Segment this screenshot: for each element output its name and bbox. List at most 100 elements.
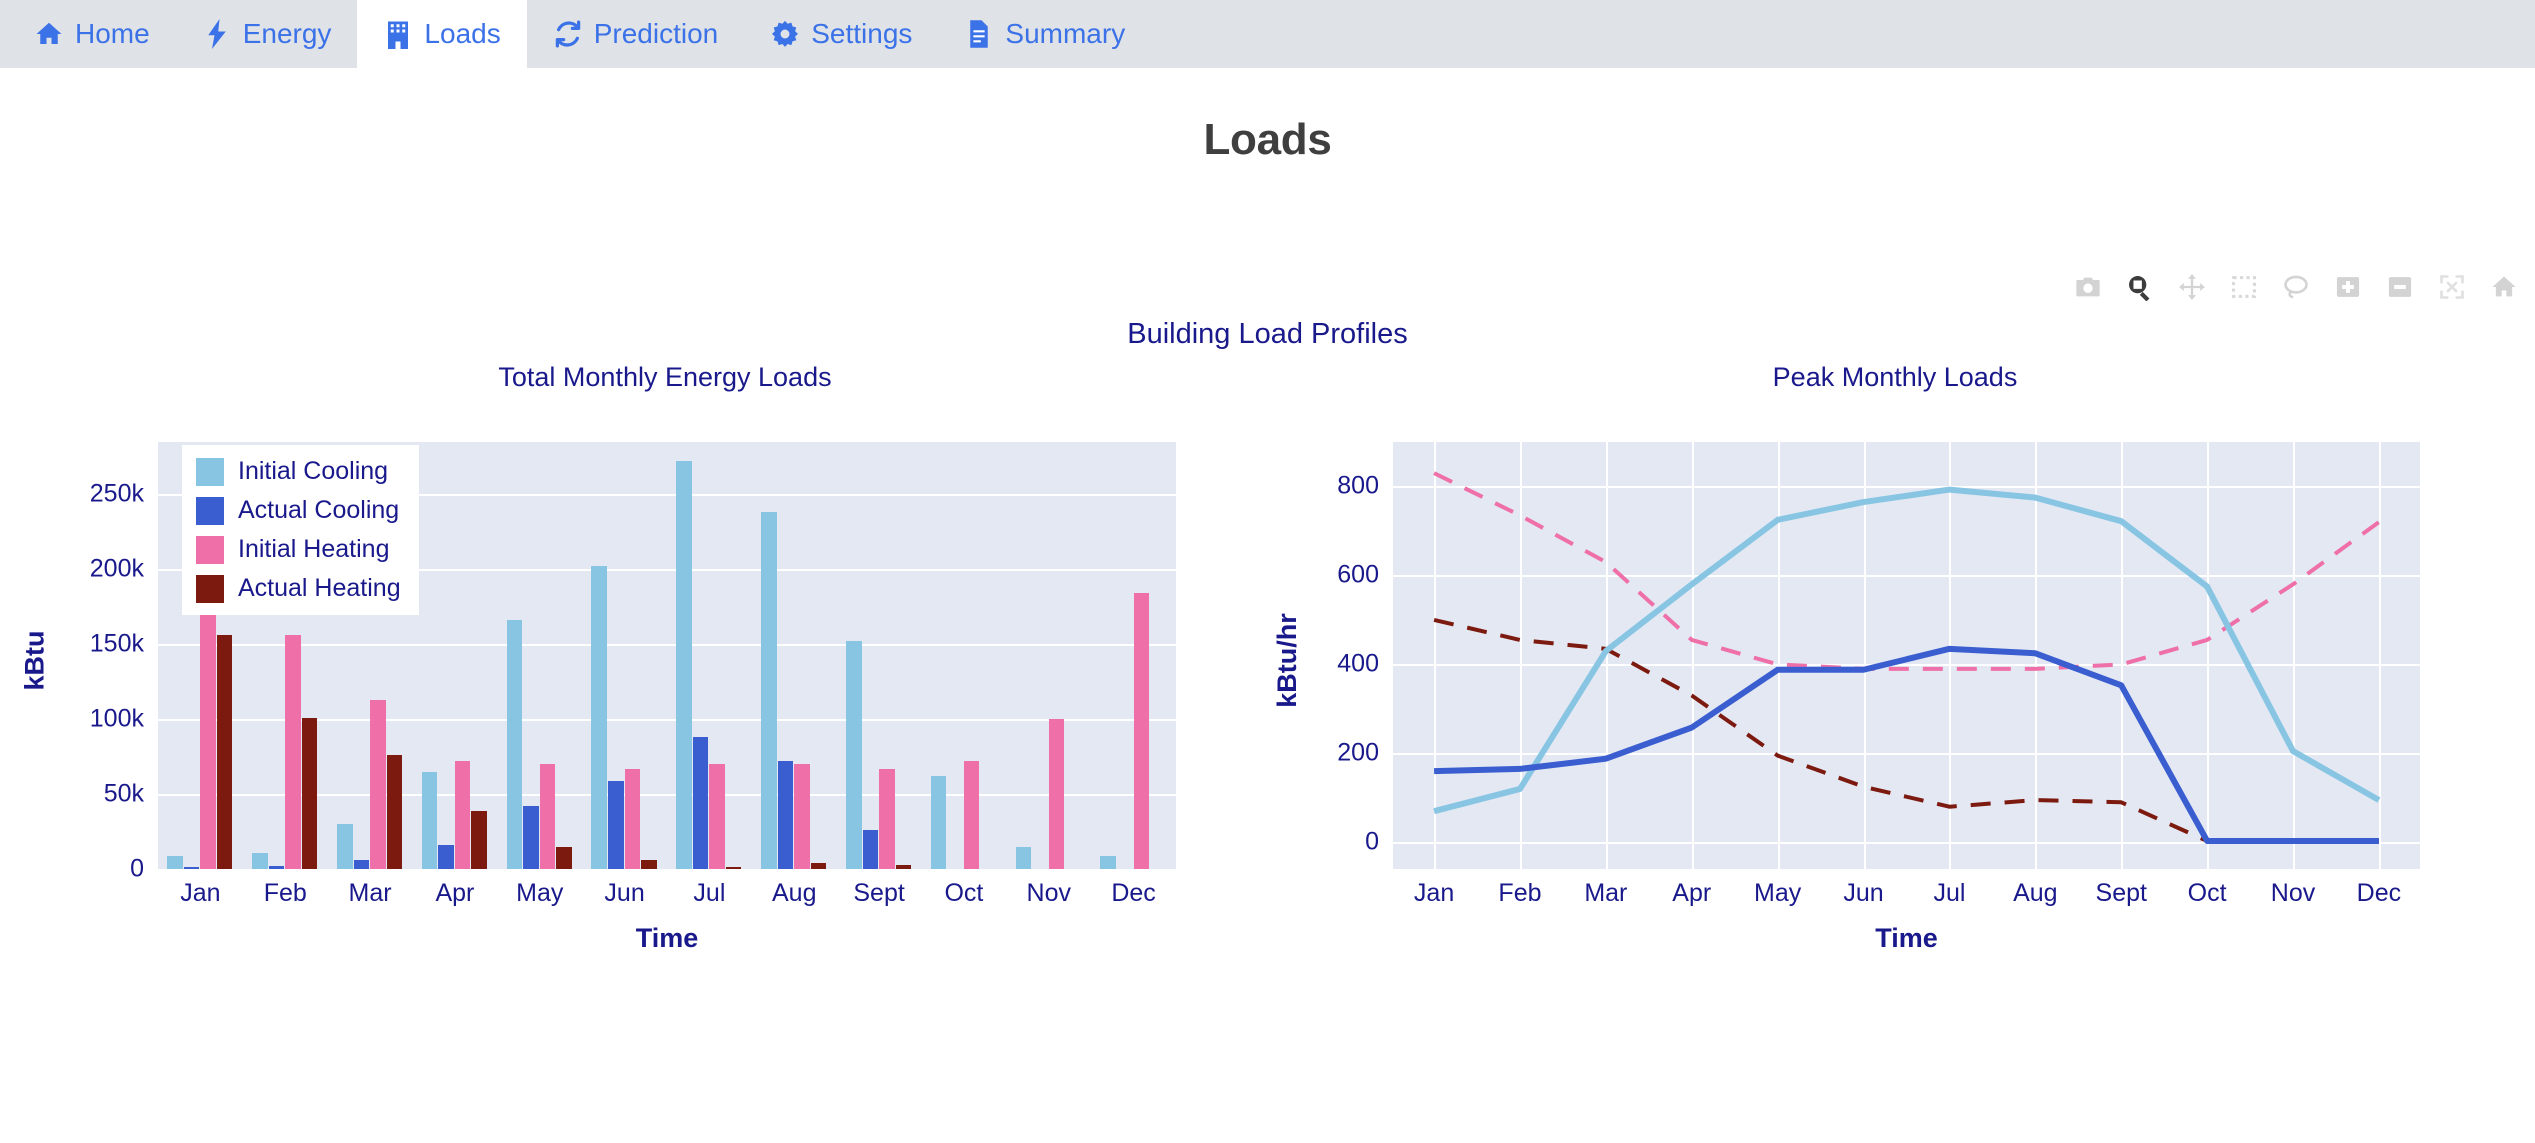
bar-actual-heating-jul[interactable] bbox=[725, 866, 742, 869]
bar-actual-cooling-sept[interactable] bbox=[862, 830, 879, 869]
plotly-modebar bbox=[2073, 272, 2535, 302]
bar-actual-heating-jan[interactable] bbox=[216, 635, 233, 869]
legend-item-actual-heating[interactable]: Actual Heating bbox=[196, 574, 401, 603]
bar-initial-cooling-dec[interactable] bbox=[1100, 855, 1117, 869]
bar-actual-cooling-jul[interactable] bbox=[692, 737, 709, 869]
bar-initial-heating-feb[interactable] bbox=[285, 635, 301, 869]
bar-y-tick-label: 50k bbox=[103, 779, 144, 808]
bar-initial-heating-jan[interactable] bbox=[200, 573, 216, 869]
legend-swatch-actual-heating bbox=[196, 574, 224, 603]
bar-initial-cooling-nov[interactable] bbox=[1015, 846, 1032, 869]
tab-energy[interactable]: Energy bbox=[176, 0, 358, 68]
bar-x-tick-jan: Jan bbox=[180, 879, 221, 907]
home-icon bbox=[34, 19, 64, 49]
line-x-tick-sept: Sept bbox=[2095, 879, 2147, 907]
refresh-icon bbox=[553, 19, 583, 49]
bar-initial-heating-sept[interactable] bbox=[879, 768, 895, 869]
bar-initial-cooling-oct[interactable] bbox=[930, 776, 947, 869]
peak-loads-line-svg bbox=[1433, 471, 2381, 844]
bar-actual-cooling-may[interactable] bbox=[523, 806, 539, 869]
legend-item-initial-heating[interactable]: Initial Heating bbox=[196, 535, 401, 564]
bar-initial-cooling-sept[interactable] bbox=[845, 641, 862, 869]
bar-initial-cooling-mar[interactable] bbox=[336, 824, 353, 869]
bar-actual-cooling-aug[interactable] bbox=[777, 761, 794, 869]
legend-swatch-initial-cooling bbox=[196, 457, 224, 486]
bar-initial-heating-may[interactable] bbox=[539, 764, 556, 869]
line-series-actual-cooling[interactable] bbox=[1434, 645, 2379, 844]
main-tab-bar: Home Energy Loads Prediction Settings Su… bbox=[0, 0, 2535, 68]
legend-item-initial-cooling[interactable]: Initial Cooling bbox=[196, 457, 401, 486]
line-x-tick-jun: Jun bbox=[1843, 879, 1884, 907]
download-camera-icon[interactable] bbox=[2073, 272, 2103, 302]
bar-initial-heating-dec[interactable] bbox=[1133, 593, 1150, 869]
autoscale-icon[interactable] bbox=[2437, 272, 2467, 302]
bar-actual-heating-apr[interactable] bbox=[471, 810, 487, 869]
bar-actual-cooling-jun[interactable] bbox=[608, 780, 624, 869]
bar-initial-heating-apr[interactable] bbox=[454, 761, 471, 869]
peak-monthly-loads-plot[interactable]: 0 200 400 600 800 Jan Feb Mar Apr May Jun Jul Aug Sep… bbox=[1337, 442, 2420, 953]
bar-actual-cooling-jan[interactable] bbox=[183, 866, 200, 869]
subplot-title-peak-monthly-loads: Peak Monthly Loads bbox=[1772, 362, 2018, 392]
zoom-in-icon[interactable] bbox=[2333, 272, 2363, 302]
tab-settings-label: Settings bbox=[811, 18, 913, 49]
tab-home-label: Home bbox=[75, 18, 150, 49]
bar-initial-heating-jul[interactable] bbox=[709, 764, 725, 869]
legend-label-actual-cooling: Actual Cooling bbox=[238, 496, 400, 524]
bar-initial-cooling-feb[interactable] bbox=[252, 852, 268, 869]
tab-energy-label: Energy bbox=[242, 18, 332, 49]
bar-x-tick-apr: Apr bbox=[435, 879, 475, 907]
bar-actual-cooling-apr[interactable] bbox=[438, 845, 454, 869]
bar-initial-heating-oct[interactable] bbox=[963, 761, 980, 869]
bar-initial-cooling-apr[interactable] bbox=[421, 771, 438, 869]
reset-home-icon[interactable] bbox=[2489, 272, 2519, 302]
bar-actual-heating-jun[interactable] bbox=[641, 860, 657, 869]
line-y-tick-label: 0 bbox=[1365, 827, 1379, 856]
box-select-icon[interactable] bbox=[2229, 272, 2259, 302]
bar-actual-heating-aug[interactable] bbox=[810, 863, 827, 869]
bar-chart-legend[interactable]: Initial Cooling Actual Cooling Initial H… bbox=[182, 445, 419, 615]
bar-x-tick-oct: Oct bbox=[944, 879, 984, 907]
building-load-profiles-figure: Building Load Profiles Total Monthly Ene… bbox=[0, 300, 2535, 1000]
tab-prediction[interactable]: Prediction bbox=[527, 0, 745, 68]
zoom-icon[interactable] bbox=[2125, 272, 2155, 302]
line-series-actual-heating[interactable] bbox=[1433, 617, 2379, 843]
tab-loads[interactable]: Loads bbox=[357, 0, 527, 68]
line-y-tick-label: 200 bbox=[1337, 738, 1379, 767]
bar-actual-cooling-mar[interactable] bbox=[353, 860, 370, 869]
zoom-out-icon[interactable] bbox=[2385, 272, 2415, 302]
line-x-tick-nov: Nov bbox=[2270, 879, 2316, 907]
bar-initial-cooling-may[interactable] bbox=[506, 620, 523, 869]
line-x-tick-oct: Oct bbox=[2187, 879, 2227, 907]
bar-y-tick-label: 250k bbox=[89, 479, 144, 508]
bar-actual-heating-feb[interactable] bbox=[301, 717, 318, 869]
bar-y-tick-label: 200k bbox=[89, 554, 144, 583]
pan-icon[interactable] bbox=[2177, 272, 2207, 302]
line-x-tick-apr: Apr bbox=[1672, 879, 1712, 907]
legend-item-actual-cooling[interactable]: Actual Cooling bbox=[196, 496, 401, 525]
bar-x-tick-jul: Jul bbox=[693, 879, 726, 907]
gear-icon bbox=[770, 19, 800, 49]
tab-home[interactable]: Home bbox=[8, 0, 176, 68]
bar-initial-cooling-jan[interactable] bbox=[167, 855, 183, 869]
tab-summary[interactable]: Summary bbox=[938, 0, 1151, 68]
bar-x-tick-aug: Aug bbox=[772, 879, 817, 907]
bar-actual-heating-may[interactable] bbox=[556, 846, 572, 869]
legend-label-initial-cooling: Initial Cooling bbox=[238, 457, 389, 485]
lasso-select-icon[interactable] bbox=[2281, 272, 2311, 302]
bar-initial-heating-nov[interactable] bbox=[1048, 719, 1065, 869]
legend-swatch-initial-heating bbox=[196, 535, 224, 564]
bar-actual-cooling-feb[interactable] bbox=[268, 866, 285, 869]
figure-title: Building Load Profiles bbox=[1127, 318, 1408, 350]
bar-initial-cooling-jul[interactable] bbox=[676, 461, 692, 869]
tab-settings[interactable]: Settings bbox=[744, 0, 938, 68]
bar-actual-heating-mar[interactable] bbox=[386, 755, 403, 869]
line-x-tick-may: May bbox=[1754, 879, 1802, 907]
bar-initial-heating-jun[interactable] bbox=[624, 768, 641, 869]
bar-initial-cooling-aug[interactable] bbox=[761, 512, 777, 869]
bar-x-tick-dec: Dec bbox=[1111, 879, 1156, 907]
bar-x-axis-title: Time bbox=[635, 923, 699, 953]
bar-initial-cooling-jun[interactable] bbox=[591, 566, 608, 869]
bar-initial-heating-mar[interactable] bbox=[370, 699, 386, 869]
bar-initial-heating-aug[interactable] bbox=[794, 764, 810, 869]
bar-actual-heating-sept[interactable] bbox=[895, 864, 912, 869]
